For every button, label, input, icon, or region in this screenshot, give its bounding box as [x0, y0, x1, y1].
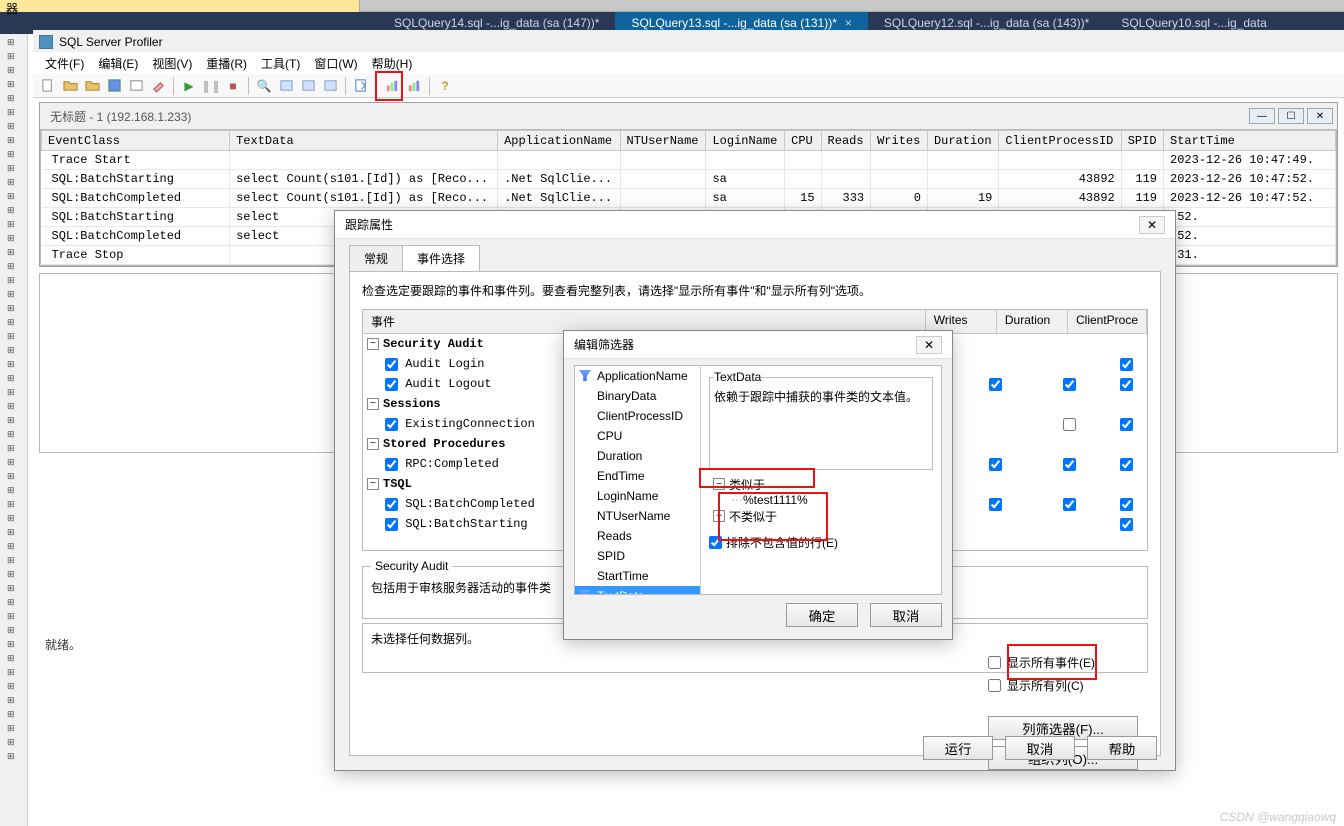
- ok-button[interactable]: 确定: [786, 603, 858, 627]
- filter-column-item[interactable]: BinaryData: [575, 386, 700, 406]
- filter-column-item[interactable]: NTUserName: [575, 506, 700, 526]
- chart2-icon[interactable]: [405, 77, 423, 95]
- filter-dialog-title: 编辑筛选器: [574, 336, 634, 353]
- help-button[interactable]: 帮助: [1087, 736, 1157, 760]
- table-row[interactable]: Trace Start2023-12-26 10:47:49.: [42, 151, 1336, 170]
- pause-icon[interactable]: ❚❚: [202, 77, 220, 95]
- open-icon[interactable]: [61, 77, 79, 95]
- column-header[interactable]: NTUserName: [620, 131, 706, 151]
- filter-column-item[interactable]: Duration: [575, 446, 700, 466]
- filter-column-item[interactable]: Reads: [575, 526, 700, 546]
- column-header[interactable]: CPU: [785, 131, 821, 151]
- filter-column-item[interactable]: SPID: [575, 546, 700, 566]
- step1-icon[interactable]: [277, 77, 295, 95]
- titlebar: SQL Server Profiler: [33, 30, 1344, 52]
- open-template-icon[interactable]: [83, 77, 101, 95]
- close-button[interactable]: ✕: [916, 336, 942, 354]
- menu-file[interactable]: 文件(F): [39, 53, 90, 74]
- column-header[interactable]: SPID: [1121, 131, 1163, 151]
- menu-edit[interactable]: 编辑(E): [92, 53, 144, 74]
- step2-icon[interactable]: [299, 77, 317, 95]
- col-clientproc: ClientProce: [1068, 310, 1147, 333]
- column-header[interactable]: LoginName: [706, 131, 785, 151]
- step3-icon[interactable]: [321, 77, 339, 95]
- column-header[interactable]: Reads: [821, 131, 871, 151]
- close-icon[interactable]: ×: [845, 16, 852, 30]
- col-duration: Duration: [997, 310, 1068, 333]
- export-icon[interactable]: [352, 77, 370, 95]
- filter-columns-list[interactable]: ApplicationNameBinaryDataClientProcessID…: [575, 366, 701, 594]
- menu-view[interactable]: 视图(V): [146, 53, 198, 74]
- close-button[interactable]: ✕: [1139, 216, 1165, 234]
- new-trace-icon[interactable]: [39, 77, 57, 95]
- table-row[interactable]: SQL:BatchStartingselect Count(s101.[Id])…: [42, 170, 1336, 189]
- show-all-events-checkbox[interactable]: 显示所有事件(E): [988, 654, 1140, 671]
- watermark: CSDN @wangqiaowq: [1220, 810, 1336, 824]
- toolbar: ▶ ❚❚ ■ 🔍 ?: [33, 74, 1344, 98]
- properties-icon[interactable]: [127, 77, 145, 95]
- menu-window[interactable]: 窗口(W): [308, 53, 363, 74]
- predicate-like[interactable]: 类似于: [729, 476, 765, 493]
- menu-replay[interactable]: 重播(R): [200, 53, 253, 74]
- column-header[interactable]: ClientProcessID: [999, 131, 1121, 151]
- save-icon[interactable]: [105, 77, 123, 95]
- column-header[interactable]: TextData: [230, 131, 498, 151]
- column-description: TextData 依赖于跟踪中捕获的事件类的文本值。: [709, 370, 933, 470]
- group-title: Security Audit: [371, 559, 452, 573]
- chart1-icon[interactable]: [383, 77, 401, 95]
- column-header[interactable]: Writes: [871, 131, 928, 151]
- play-icon[interactable]: ▶: [180, 77, 198, 95]
- menu-tools[interactable]: 工具(T): [255, 53, 306, 74]
- dialog-title: 跟踪属性: [345, 216, 393, 233]
- find-icon[interactable]: 🔍: [255, 77, 273, 95]
- filter-column-item[interactable]: LoginName: [575, 486, 700, 506]
- help-icon[interactable]: ?: [436, 77, 454, 95]
- filter-column-item[interactable]: TextData: [575, 586, 700, 594]
- menu-help[interactable]: 帮助(H): [366, 53, 419, 74]
- exclude-empty-checkbox[interactable]: 排除不包含值的行(E): [709, 534, 933, 551]
- cancel-button[interactable]: 取消: [1005, 736, 1075, 760]
- maximize-button[interactable]: ☐: [1278, 108, 1304, 124]
- instruction-text: 检查选定要跟踪的事件和事件列。要查看完整列表，请选择"显示所有事件"和"显示所有…: [362, 282, 1148, 299]
- cancel-button[interactable]: 取消: [870, 603, 942, 627]
- column-header[interactable]: Duration: [927, 131, 998, 151]
- desc-title: TextData: [714, 370, 761, 384]
- edit-filter-dialog: 编辑筛选器 ✕ ApplicationNameBinaryDataClientP…: [563, 330, 953, 640]
- filter-column-item[interactable]: ApplicationName: [575, 366, 700, 386]
- tab-general[interactable]: 常规: [349, 245, 403, 271]
- app-title: SQL Server Profiler: [59, 35, 163, 49]
- minimize-button[interactable]: —: [1249, 108, 1275, 124]
- predicate-notlike[interactable]: 不类似于: [729, 508, 777, 525]
- filter-column-item[interactable]: CPU: [575, 426, 700, 446]
- profiler-icon: [39, 35, 53, 49]
- predicate-value[interactable]: %test1111%: [743, 493, 808, 507]
- desc-body: 依赖于跟踪中捕获的事件类的文本值。: [714, 388, 928, 405]
- eraser-icon[interactable]: [149, 77, 167, 95]
- close-button[interactable]: ✕: [1307, 108, 1333, 124]
- menubar[interactable]: 文件(F) 编辑(E) 视图(V) 重播(R) 工具(T) 窗口(W) 帮助(H…: [33, 52, 1344, 74]
- filter-column-item[interactable]: ClientProcessID: [575, 406, 700, 426]
- outline-margin: ⊞⊞⊞⊞⊞⊞⊞⊞⊞ ⊞⊞⊞⊞⊞⊞⊞⊞⊞ ⊞⊞⊞⊞⊞⊞⊞⊞⊞ ⊞⊞⊞⊞⊞⊞⊞⊞⊞ …: [0, 34, 28, 826]
- column-header[interactable]: ApplicationName: [498, 131, 620, 151]
- stop-icon[interactable]: ■: [224, 77, 242, 95]
- trace-title: 无标题 - 1 (192.168.1.233): [50, 108, 191, 125]
- tab-events[interactable]: 事件选择: [402, 245, 480, 271]
- column-header[interactable]: StartTime: [1164, 131, 1336, 151]
- predicate-tree[interactable]: −类似于 ⋯%test1111% +不类似于: [709, 476, 933, 524]
- table-row[interactable]: SQL:BatchCompletedselect Count(s101.[Id]…: [42, 189, 1336, 208]
- column-header[interactable]: EventClass: [42, 131, 230, 151]
- filter-column-item[interactable]: EndTime: [575, 466, 700, 486]
- show-all-columns-checkbox[interactable]: 显示所有列(C): [988, 677, 1140, 694]
- upper-strip: 器: [0, 0, 360, 12]
- run-button[interactable]: 运行: [923, 736, 993, 760]
- filter-column-item[interactable]: StartTime: [575, 566, 700, 586]
